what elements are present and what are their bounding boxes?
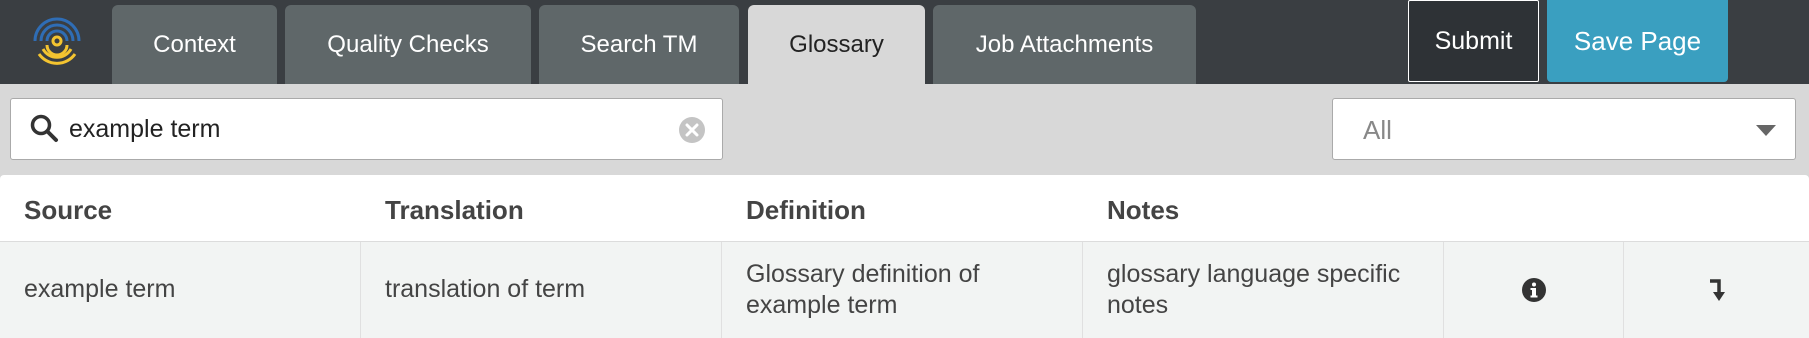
notes-line-2: notes <box>1107 291 1169 319</box>
table-row[interactable]: example term translation of term Glossar… <box>0 242 1809 338</box>
tab-job-attachments[interactable]: Job Attachments <box>933 5 1196 84</box>
info-icon[interactable] <box>1521 277 1547 303</box>
fingerprint-logo-icon <box>33 17 81 65</box>
definition-line-2: example term <box>746 291 898 319</box>
tab-glossary[interactable]: Glossary <box>748 5 925 84</box>
tab-context[interactable]: Context <box>112 5 277 84</box>
insert-arrow-icon[interactable] <box>1704 277 1730 303</box>
cell-source: example term <box>0 242 361 338</box>
definition-line-1: Glossary definition of <box>746 260 980 288</box>
cell-notes: glossary language specific notes <box>1083 242 1444 338</box>
glossary-table: Source Translation Definition Notes exam… <box>0 175 1809 338</box>
tab-search-tm[interactable]: Search TM <box>539 5 739 84</box>
column-header-definition[interactable]: Definition <box>746 195 866 226</box>
chevron-down-icon <box>1756 125 1776 136</box>
cell-info <box>1444 242 1624 338</box>
source-text: example term <box>24 275 176 303</box>
notes-line-1: glossary language specific <box>1107 260 1401 288</box>
clear-icon[interactable] <box>678 116 706 144</box>
search-icon <box>30 114 58 142</box>
translation-text: translation of term <box>385 275 586 303</box>
search-input[interactable] <box>69 105 669 153</box>
definition-text: Glossary definition of example term <box>746 259 979 321</box>
column-header-translation[interactable]: Translation <box>385 195 524 226</box>
cell-definition: Glossary definition of example term <box>722 242 1083 338</box>
column-header-source[interactable]: Source <box>24 195 112 226</box>
filter-selected-value: All <box>1363 115 1392 145</box>
tab-quality-checks[interactable]: Quality Checks <box>285 5 531 84</box>
cell-insert <box>1624 242 1809 338</box>
notes-text: glossary language specific notes <box>1107 259 1400 321</box>
search-box <box>10 98 723 160</box>
top-bar: Context Quality Checks Search TM Glossar… <box>0 0 1809 84</box>
save-page-button[interactable]: Save Page <box>1547 0 1728 82</box>
column-header-notes[interactable]: Notes <box>1107 195 1179 226</box>
submit-button[interactable]: Submit <box>1408 0 1539 82</box>
cell-translation: translation of term <box>361 242 722 338</box>
filter-select[interactable]: All <box>1332 98 1796 160</box>
